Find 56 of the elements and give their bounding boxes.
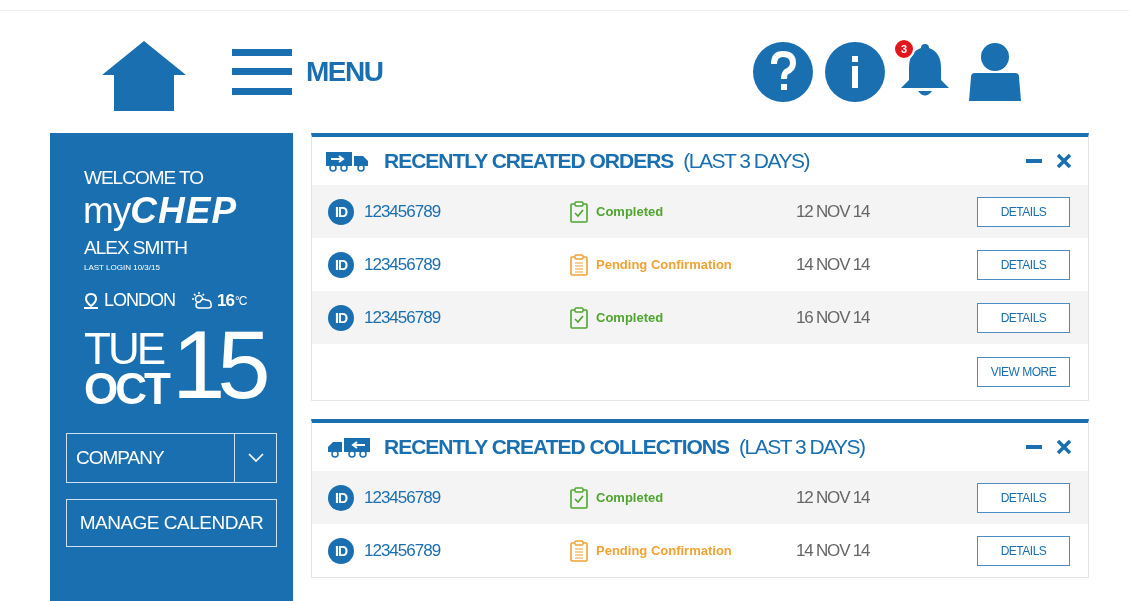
truck-icon: [326, 436, 370, 458]
status-text: Pending Confirmation: [596, 257, 732, 272]
home-icon[interactable]: [102, 41, 186, 111]
close-icon[interactable]: [1056, 439, 1072, 455]
details-button[interactable]: DETAILS: [977, 249, 1070, 280]
status-text: Completed: [596, 490, 664, 505]
city-name: LONDON: [104, 290, 175, 311]
last-login: LAST LOGIN 10/3/15: [84, 263, 161, 272]
weekday: TUE: [84, 329, 165, 369]
help-icon[interactable]: [753, 42, 813, 102]
date-text: 14 NOV 14: [796, 254, 871, 275]
details-button[interactable]: DETAILS: [977, 535, 1070, 566]
welcome-text: WELCOME TO: [84, 167, 205, 189]
id-badge: ID: [328, 484, 354, 511]
partly-cloudy-icon: [191, 291, 213, 310]
order-number: 123456789: [364, 254, 441, 275]
status-text: Completed: [596, 310, 664, 325]
date-text: 12 NOV 14: [796, 487, 871, 508]
status-text: Pending Confirmation: [596, 543, 732, 558]
id-badge: ID: [328, 537, 354, 564]
panel-subtitle: (LAST 3 DAYS): [683, 149, 809, 173]
order-number: 123456789: [364, 487, 441, 508]
details-button[interactable]: DETAILS: [977, 482, 1070, 513]
menu-icon: [232, 49, 292, 95]
order-number: 123456789: [364, 307, 441, 328]
brand-logo: myCHEP: [83, 191, 239, 231]
panel-title: RECENTLY CREATED ORDERS: [384, 149, 674, 173]
details-button[interactable]: DETAILS: [977, 302, 1070, 333]
date-text: 14 NOV 14: [796, 540, 871, 561]
chevron-down-icon: [247, 453, 264, 463]
details-button[interactable]: DETAILS: [977, 196, 1070, 227]
close-icon[interactable]: [1056, 153, 1072, 169]
order-number: 123456789: [364, 540, 441, 561]
manage-calendar-button[interactable]: MANAGE CALENDAR: [66, 499, 277, 547]
panel-title: RECENTLY CREATED COLLECTIONS: [384, 435, 729, 459]
menu-button[interactable]: MENU: [232, 49, 383, 95]
order-number: 123456789: [364, 201, 441, 222]
status-text: Completed: [596, 204, 664, 219]
id-badge: ID: [328, 251, 354, 278]
user-name: ALEX SMITH: [84, 237, 188, 259]
temperature: 16: [217, 290, 234, 311]
panel-subtitle: (LAST 3 DAYS): [739, 435, 865, 459]
company-select[interactable]: COMPANY: [66, 433, 277, 483]
date-text: 16 NOV 14: [796, 307, 871, 328]
truck-icon: [326, 150, 370, 172]
id-badge: ID: [328, 198, 354, 225]
day-number: 15: [171, 321, 263, 409]
user-icon[interactable]: [969, 43, 1021, 101]
view-more-button[interactable]: VIEW MORE: [977, 357, 1070, 387]
month: OCT: [84, 369, 168, 409]
id-badge: ID: [328, 304, 354, 331]
notification-badge: 3: [893, 38, 915, 60]
temperature-unit: °C: [234, 293, 247, 308]
info-icon[interactable]: [825, 42, 885, 102]
date-text: 12 NOV 14: [796, 201, 871, 222]
location-pin-icon: [84, 292, 98, 309]
